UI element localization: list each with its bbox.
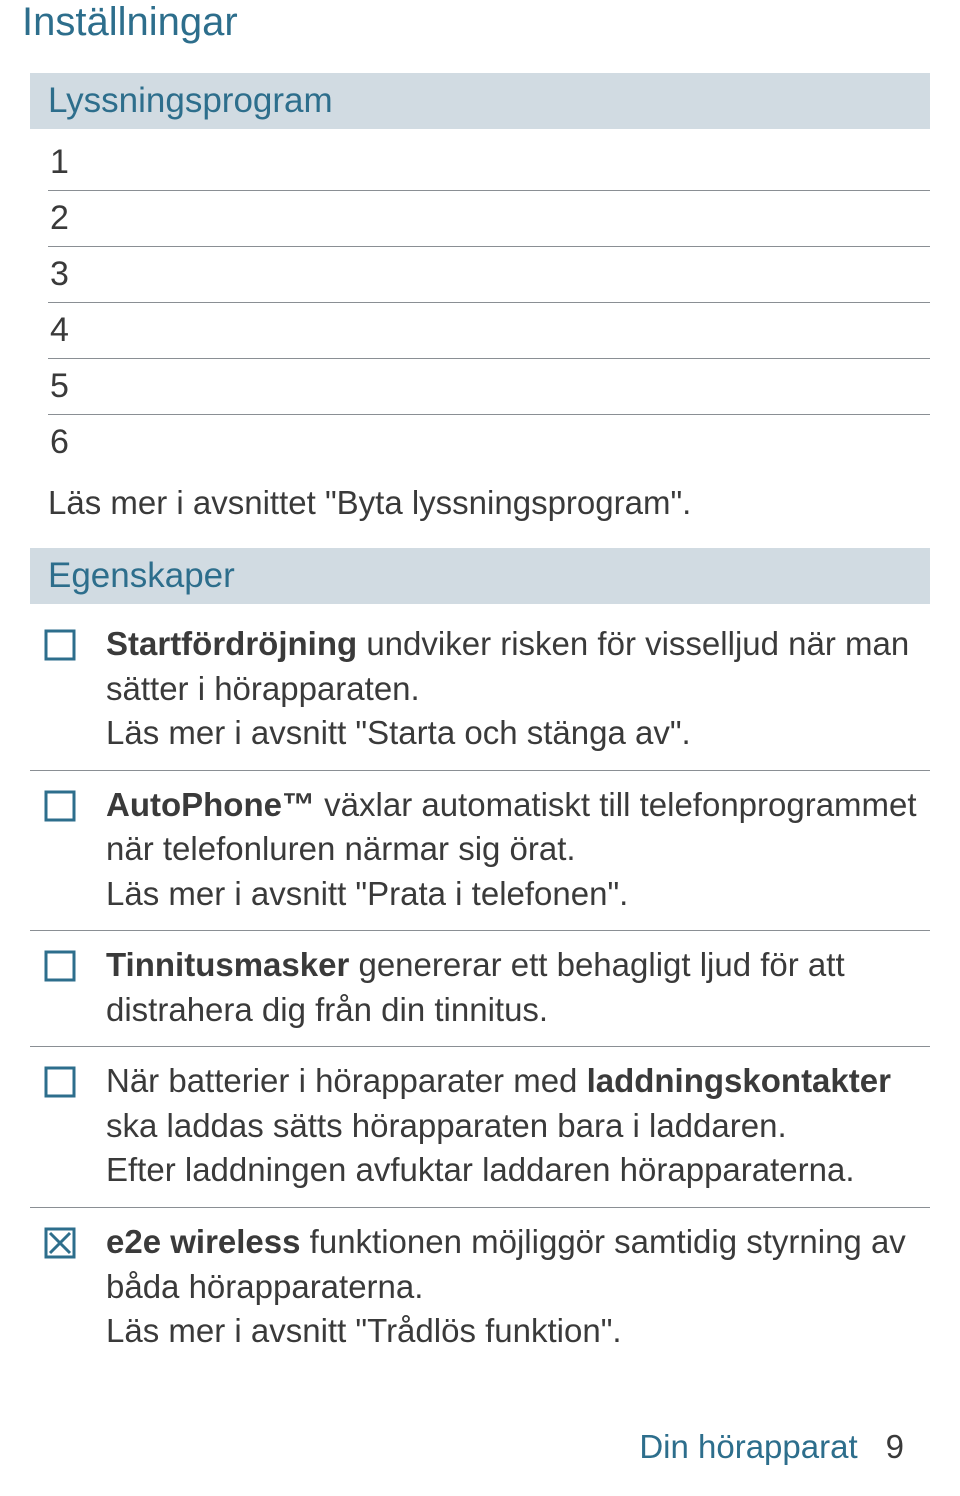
features-list: Startfördröjning undviker risken för vis… xyxy=(30,610,930,1368)
program-row: 4 xyxy=(48,303,930,359)
program-row: 2 xyxy=(48,191,930,247)
feature-text: e2e wireless funktionen möjliggör samtid… xyxy=(84,1220,926,1354)
checkbox-icon xyxy=(36,783,84,823)
feature-text: Tinnitusmasker genererar ett behagligt l… xyxy=(84,943,926,1032)
checkbox-icon xyxy=(36,1220,84,1260)
program-row: 1 xyxy=(48,135,930,191)
feature-row: När batterier i hörapparater med laddnin… xyxy=(30,1047,930,1208)
features-header: Egenskaper xyxy=(30,548,930,604)
feature-row: AutoPhone™ växlar automatiskt till telef… xyxy=(30,771,930,932)
footer: Din hörapparat 9 xyxy=(30,1368,930,1466)
feature-row: Tinnitusmasker genererar ett behagligt l… xyxy=(30,931,930,1047)
checkbox-icon xyxy=(36,622,84,662)
feature-text: Startfördröjning undviker risken för vis… xyxy=(84,622,926,756)
feature-text: När batterier i hörapparater med laddnin… xyxy=(84,1059,926,1193)
programs-note: Läs mer i avsnittet "Byta lyssningsprogr… xyxy=(30,476,930,548)
page-content: Inställningar Lyssningsprogram 1 2 3 4 5… xyxy=(0,0,960,1496)
checkbox-icon xyxy=(36,1059,84,1099)
footer-section-label: Din hörapparat xyxy=(639,1428,857,1466)
program-row: 5 xyxy=(48,359,930,415)
program-row: 6 xyxy=(48,415,930,470)
programs-list: 1 2 3 4 5 6 xyxy=(30,135,930,476)
feature-text: AutoPhone™ växlar automatiskt till telef… xyxy=(84,783,926,917)
feature-row: Startfördröjning undviker risken för vis… xyxy=(30,610,930,771)
checkbox-icon xyxy=(36,943,84,983)
page-title: Inställningar xyxy=(22,0,930,45)
feature-row: e2e wireless funktionen möjliggör samtid… xyxy=(30,1208,930,1368)
program-row: 3 xyxy=(48,247,930,303)
footer-page-number: 9 xyxy=(886,1428,904,1466)
programs-header: Lyssningsprogram xyxy=(30,73,930,129)
